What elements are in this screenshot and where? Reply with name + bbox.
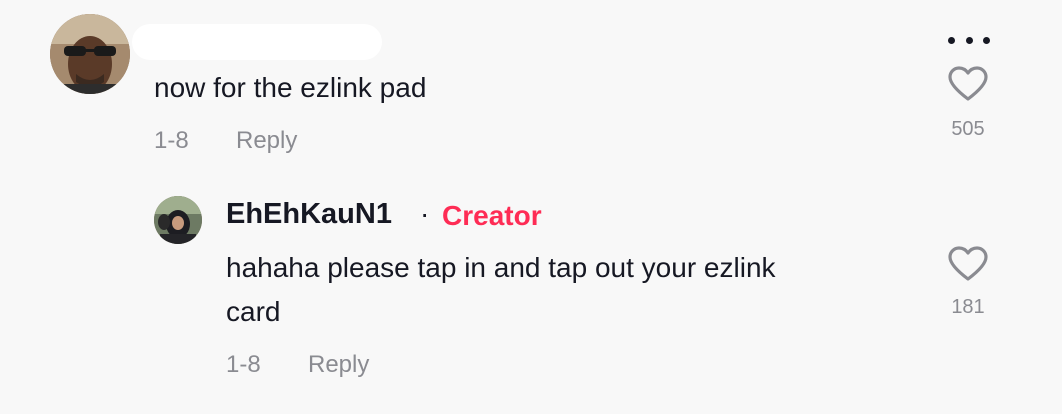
comment-like-count: 505	[951, 118, 985, 140]
commenter-avatar[interactable]	[50, 14, 130, 94]
comment-text: now for the ezlink pad	[154, 72, 427, 103]
reply-text-line-2: card	[226, 296, 281, 327]
comment-reply-button[interactable]: Reply	[236, 127, 297, 155]
reply-date: 1-8	[226, 351, 261, 378]
creator-badge: Creator	[442, 200, 542, 231]
redacted-username	[132, 24, 382, 60]
reply-text-line-1: hahaha please tap in and tap out your ez…	[226, 252, 776, 283]
heart-icon[interactable]	[948, 246, 988, 282]
reply-reply-button[interactable]: Reply	[308, 351, 369, 379]
heart-icon[interactable]	[948, 66, 988, 102]
creator-username[interactable]: EhEhKauN1	[226, 198, 392, 231]
more-options-icon[interactable]	[944, 32, 994, 48]
comment-date: 1-8	[154, 127, 189, 154]
reply-like-count: 181	[951, 296, 985, 318]
comment-thread: now for the ezlink pad 1-8 Reply 505 EhE…	[0, 0, 1062, 414]
username-separator: ·	[420, 198, 430, 229]
creator-avatar[interactable]	[154, 196, 202, 244]
